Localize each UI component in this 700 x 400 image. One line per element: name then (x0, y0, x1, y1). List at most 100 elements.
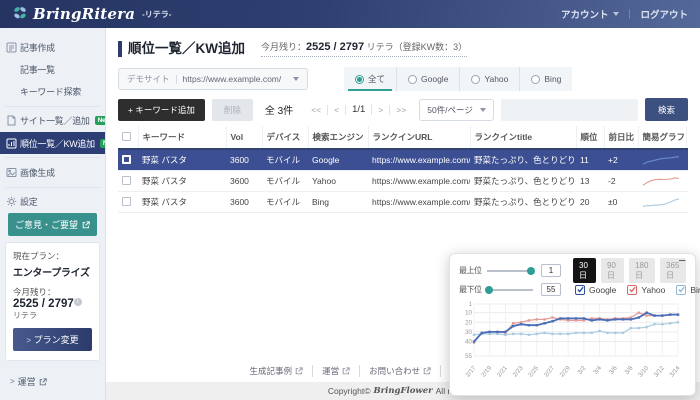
svg-text:3/8: 3/8 (624, 364, 635, 376)
col-vol: Vol (226, 126, 262, 149)
svg-text:40: 40 (465, 339, 472, 346)
slider-handle[interactable] (527, 267, 535, 275)
sidebar-divider (5, 106, 100, 107)
rank-chart-panel: − 最上位 30日 90日 180日 365日 最下位 Google Yahoo (449, 253, 696, 396)
operator-link[interactable]: > 運営 (10, 375, 105, 388)
search-input[interactable] (501, 99, 638, 121)
col-graph: 簡易グラフ (638, 126, 686, 149)
table-row[interactable]: 野菜 パスタ 3600 モバイル Bing https://www.exampl… (118, 192, 688, 213)
svg-text:2/27: 2/27 (543, 364, 556, 378)
info-icon[interactable]: i (74, 298, 82, 306)
svg-text:55: 55 (465, 353, 472, 360)
footer-link-examples[interactable]: 生成記事例 (241, 365, 314, 377)
remain-value: 2525 / 2797 (13, 298, 74, 310)
engine-radio-yahoo[interactable]: Yahoo (459, 67, 519, 91)
image-icon (6, 167, 17, 178)
table-row[interactable]: 野菜 パスタ 3600 モバイル Google https://www.exam… (118, 149, 688, 171)
page-prev-button[interactable]: < (328, 105, 346, 115)
sidebar-item-image-generate[interactable]: 画像生成 (0, 161, 105, 183)
minimize-icon[interactable]: − (678, 254, 686, 267)
rank-chart-icon (6, 138, 17, 149)
site-page-icon (6, 115, 17, 126)
engine-radio-google[interactable]: Google (396, 67, 459, 91)
sidebar-item-settings[interactable]: 設定 (0, 191, 105, 213)
select-all-checkbox[interactable] (122, 132, 131, 141)
svg-text:2/23: 2/23 (512, 364, 525, 378)
svg-text:3/4: 3/4 (592, 364, 603, 376)
yahoo-checkbox[interactable]: Yahoo (627, 285, 665, 295)
sparkline-chart (642, 176, 682, 187)
remain-unit: リテラ (13, 311, 37, 320)
sidebar-item-article-list[interactable]: 記事一覧 (0, 58, 105, 80)
svg-text:2/21: 2/21 (496, 364, 509, 378)
sidebar-item-keyword-search[interactable]: キーワード探索 (0, 81, 105, 103)
sidebar-item-rank-list[interactable]: 順位一覧／KW追加 New (0, 132, 105, 154)
add-keyword-button[interactable]: + キーワード追加 (118, 99, 205, 121)
svg-text:2/25: 2/25 (527, 364, 540, 378)
bottom-rank-input[interactable] (541, 283, 561, 296)
svg-text:3/2: 3/2 (576, 364, 587, 376)
period-90d-button[interactable]: 90日 (601, 258, 624, 283)
plan-name: エンタープライズ (13, 264, 92, 279)
col-url: ランクインURL (368, 126, 470, 149)
site-select-label: デモサイト (127, 73, 170, 85)
external-link-icon (342, 367, 350, 375)
sidebar-divider (5, 157, 100, 158)
svg-text:1: 1 (469, 301, 473, 308)
footer-link-contact[interactable]: お問い合わせ (360, 365, 441, 377)
page-last-button[interactable]: >> (390, 105, 412, 115)
account-menu[interactable]: アカウント (561, 7, 620, 21)
keyword-table: キーワード Vol デバイス 検索エンジン ランクインURL ランクインtitl… (118, 126, 688, 213)
external-link-icon (82, 221, 90, 229)
radio-icon (471, 75, 480, 84)
period-180d-button[interactable]: 180日 (629, 258, 655, 283)
top-rank-slider[interactable] (487, 270, 533, 272)
page-next-button[interactable]: > (372, 105, 390, 115)
sidebar-item-site-list[interactable]: サイト一覧／追加 New (0, 110, 105, 132)
quota-status: 今月残り：2525 / 2797 リテラ（登録KW数：3） (261, 40, 467, 57)
plan-label: 現在プラン： (13, 250, 92, 262)
row-checkbox[interactable] (122, 176, 131, 185)
site-select-dropdown[interactable]: デモサイト https://www.example.com/ (118, 68, 308, 90)
remain-label: 今月残り： (13, 286, 92, 298)
engine-radio-all[interactable]: 全て (344, 67, 396, 91)
row-checkbox[interactable] (122, 155, 131, 164)
row-checkbox[interactable] (122, 197, 131, 206)
engine-checkboxes: Google Yahoo Bing (575, 285, 700, 295)
footer-link-operator[interactable]: 運営 (313, 365, 360, 377)
top-rank-label: 最上位 (459, 265, 485, 276)
total-count: 全 3件 (265, 102, 293, 117)
radio-icon (408, 75, 417, 84)
sidebar: 記事作成 記事一覧 キーワード探索 サイト一覧／追加 New 順位一覧／KW追加… (0, 28, 106, 400)
radio-icon (355, 75, 364, 84)
copyright-brand: BringFlower (373, 386, 432, 396)
checkbox-icon (627, 285, 637, 295)
per-page-select[interactable]: 50件/ページ (419, 99, 494, 121)
table-row[interactable]: 野菜 パスタ 3600 モバイル Yahoo https://www.examp… (118, 171, 688, 192)
engine-radio-bing[interactable]: Bing (519, 67, 572, 91)
google-checkbox[interactable]: Google (575, 285, 616, 295)
feedback-button[interactable]: ご意見・ご要望 (8, 213, 97, 236)
plan-change-button[interactable]: > プラン変更 (13, 328, 92, 351)
svg-text:2/29: 2/29 (559, 364, 572, 378)
page-indicator: 1/1 (346, 104, 372, 115)
external-link-icon (295, 367, 303, 375)
col-actions (686, 126, 688, 149)
page-first-button[interactable]: << (305, 105, 328, 115)
bottom-rank-slider[interactable] (487, 289, 533, 291)
slider-handle[interactable] (485, 286, 493, 294)
svg-text:2/19: 2/19 (480, 364, 493, 378)
engine-filter: 全て Google Yahoo Bing (344, 67, 572, 91)
search-button[interactable]: 検索 (645, 98, 688, 121)
logout-button[interactable]: ログアウト (640, 7, 688, 21)
period-30d-button[interactable]: 30日 (573, 258, 596, 283)
bing-checkbox[interactable]: Bing (676, 285, 700, 295)
svg-text:10: 10 (465, 310, 472, 317)
document-edit-icon (6, 42, 17, 53)
sidebar-item-article-create[interactable]: 記事作成 (0, 36, 105, 58)
col-rank: 順位 (576, 126, 604, 149)
top-rank-input[interactable] (541, 264, 561, 277)
external-link-icon (39, 378, 47, 386)
page-title: 順位一覧／KW追加 (118, 41, 245, 57)
delete-button[interactable]: 削除 (212, 99, 253, 121)
